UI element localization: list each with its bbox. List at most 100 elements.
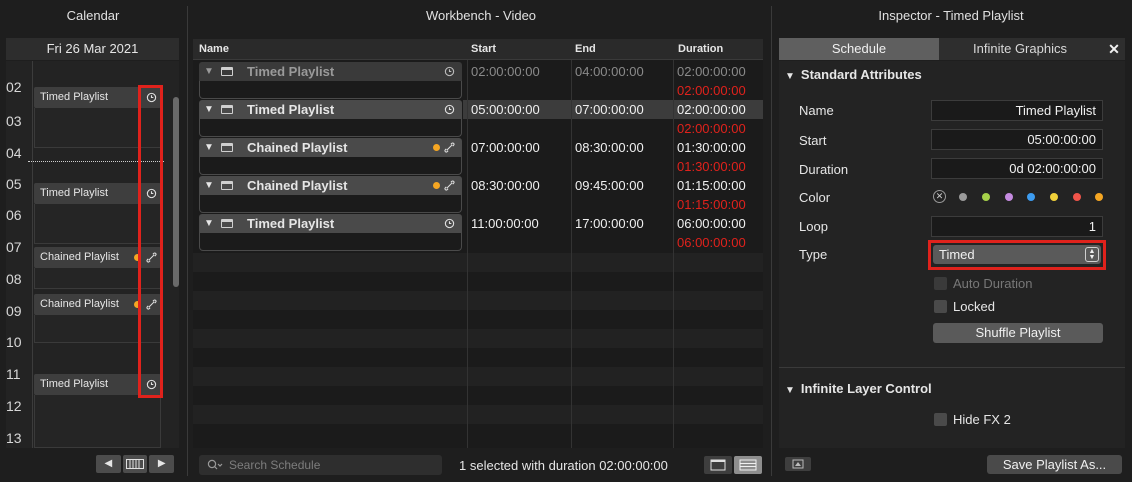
column-divider <box>467 39 468 448</box>
color-picker: ✕ <box>931 189 1103 205</box>
hour-label: 10 <box>6 334 22 350</box>
column-header-name[interactable]: Name <box>199 43 229 55</box>
window-icon <box>221 67 233 76</box>
color-swatch[interactable] <box>959 193 967 201</box>
panel-divider <box>187 6 188 476</box>
column-header-duration[interactable]: Duration <box>678 43 723 55</box>
playlist-name: Timed Playlist <box>247 216 335 231</box>
eject-button[interactable] <box>785 457 811 471</box>
today-button[interactable] <box>122 455 148 473</box>
type-label: Type <box>799 247 828 262</box>
clock-icon <box>444 66 455 77</box>
section-infinite-layer-control[interactable]: ▼ Infinite Layer Control <box>785 381 932 396</box>
remaining-cell: 06:00:00:00 <box>677 235 746 250</box>
schedule-table[interactable]: Name Start End Duration ▼ Timed Playlist… <box>193 39 763 448</box>
start-field[interactable]: 05:00:00:00 <box>931 129 1103 150</box>
calendar-event-body[interactable] <box>34 395 161 448</box>
table-header: Name Start End Duration <box>193 39 763 60</box>
table-row[interactable]: ▼ Chained Playlist <box>199 138 462 157</box>
column-header-start[interactable]: Start <box>471 43 496 55</box>
hour-label: 11 <box>6 366 21 382</box>
column-divider <box>571 39 572 448</box>
clock-icon <box>444 218 455 229</box>
search-placeholder: Search Schedule <box>229 458 321 472</box>
prev-day-button[interactable]: ◀ <box>96 455 121 473</box>
inspector-title: Inspector - Timed Playlist <box>878 8 1024 23</box>
calendar-date: Fri 26 Mar 2021 <box>6 38 179 60</box>
status-dot <box>433 144 440 151</box>
table-row[interactable]: ▼ Timed Playlist <box>199 214 462 233</box>
section-title: Standard Attributes <box>800 67 922 82</box>
highlight-annotation <box>138 85 163 398</box>
row-body <box>199 233 462 251</box>
color-swatch[interactable] <box>1005 193 1013 201</box>
inspector-panel: Inspector - Timed Playlist Schedule Infi… <box>777 0 1132 482</box>
name-field[interactable]: Timed Playlist <box>931 100 1103 121</box>
empty-row <box>193 291 763 310</box>
auto-duration-checkbox[interactable] <box>934 277 947 290</box>
duration-field[interactable]: 0d 02:00:00:00 <box>931 158 1103 179</box>
link-icon <box>444 180 455 191</box>
calendar-scrollbar[interactable] <box>173 97 179 287</box>
calendar-panel: Calendar Fri 26 Mar 2021 02 03 04 05 06 … <box>0 0 186 482</box>
table-row[interactable]: ▼ Timed Playlist <box>199 100 462 119</box>
color-swatch[interactable] <box>1095 193 1103 201</box>
duration-label: Duration <box>799 162 849 177</box>
loop-label: Loop <box>799 219 828 234</box>
hour-label: 03 <box>6 113 22 129</box>
hour-label: 04 <box>6 145 22 161</box>
playlist-name: Timed Playlist <box>247 102 335 117</box>
no-color-icon[interactable]: ✕ <box>933 190 946 203</box>
disclosure-triangle-icon[interactable]: ▼ <box>204 138 214 157</box>
event-label: Timed Playlist <box>40 187 109 199</box>
playlist-name: Chained Playlist <box>247 178 348 193</box>
end-cell: 17:00:00:00 <box>575 216 644 231</box>
panel-divider <box>771 6 772 476</box>
next-day-button[interactable]: ▶ <box>149 455 175 473</box>
disclosure-triangle-icon[interactable]: ▼ <box>785 385 795 396</box>
single-view-button[interactable] <box>704 456 732 474</box>
disclosure-triangle-icon[interactable]: ▼ <box>785 71 795 82</box>
auto-duration-label: Auto Duration <box>953 276 1033 291</box>
save-playlist-button[interactable]: Save Playlist As... <box>987 455 1122 474</box>
tab-schedule[interactable]: Schedule <box>779 38 939 60</box>
loop-field[interactable]: 1 <box>931 216 1103 237</box>
empty-row <box>193 405 763 424</box>
table-row[interactable]: ▼ Timed Playlist <box>199 62 462 81</box>
single-view-icon <box>710 459 726 471</box>
hide-fx-checkbox[interactable] <box>934 413 947 426</box>
clock-icon <box>444 104 455 115</box>
remaining-cell: 02:00:00:00 <box>677 83 746 98</box>
highlight-annotation <box>928 240 1106 270</box>
calendar-title: Calendar <box>66 8 120 23</box>
hour-label: 09 <box>6 303 22 319</box>
shuffle-playlist-button[interactable]: Shuffle Playlist <box>933 323 1103 343</box>
disclosure-triangle-icon[interactable]: ▼ <box>204 214 214 233</box>
duration-cell: 02:00:00:00 <box>677 102 746 117</box>
column-header-end[interactable]: End <box>575 43 596 55</box>
duration-cell: 06:00:00:00 <box>677 216 746 231</box>
disclosure-triangle-icon[interactable]: ▼ <box>204 176 214 195</box>
section-divider <box>779 367 1125 368</box>
close-icon[interactable]: ✕ <box>1103 38 1125 60</box>
hour-label: 08 <box>6 271 22 287</box>
hour-label: 12 <box>6 398 22 414</box>
tab-infinite-graphics[interactable]: Infinite Graphics <box>939 38 1101 60</box>
start-label: Start <box>799 133 827 148</box>
start-cell: 08:30:00:00 <box>471 178 540 193</box>
view-toggle <box>704 456 762 474</box>
table-row[interactable]: ▼ Chained Playlist <box>199 176 462 195</box>
empty-row <box>193 367 763 386</box>
empty-row <box>193 329 763 348</box>
search-input[interactable]: Search Schedule <box>199 455 442 475</box>
list-view-button[interactable] <box>734 456 762 474</box>
section-standard-attributes[interactable]: ▼ Standard Attributes <box>785 67 922 82</box>
color-swatch[interactable] <box>1073 193 1081 201</box>
color-swatch[interactable] <box>982 193 990 201</box>
color-label: Color <box>799 190 831 205</box>
color-swatch[interactable] <box>1050 193 1058 201</box>
locked-checkbox[interactable] <box>934 300 947 313</box>
disclosure-triangle-icon[interactable]: ▼ <box>204 100 214 119</box>
color-swatch[interactable] <box>1027 193 1035 201</box>
disclosure-triangle-icon[interactable]: ▼ <box>204 62 214 81</box>
